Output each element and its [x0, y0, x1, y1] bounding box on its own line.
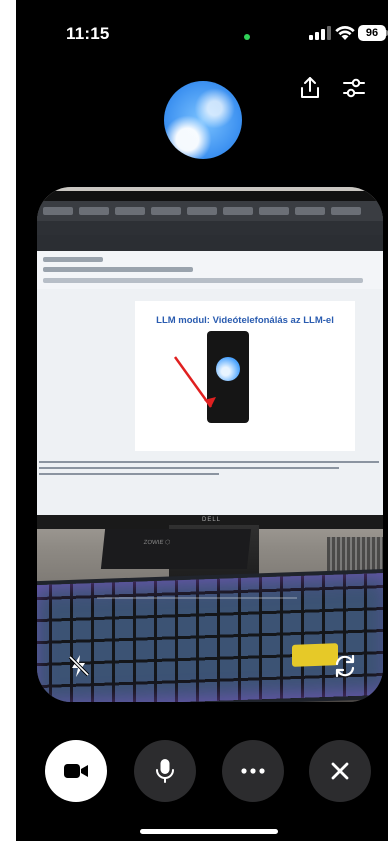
- status-bar: 11:15 96: [16, 0, 388, 60]
- assistant-avatar: [164, 81, 242, 159]
- camera-preview[interactable]: LLM modul: Videótelefonálás az LLM-el DE…: [37, 187, 383, 702]
- screen-edge: [0, 0, 16, 841]
- end-call-button[interactable]: [309, 740, 371, 802]
- keyboard-highlight: [97, 597, 297, 599]
- more-options-button[interactable]: [222, 740, 284, 802]
- video-camera-icon: [64, 764, 88, 778]
- microphone-icon: [156, 759, 174, 783]
- share-icon[interactable]: [296, 74, 324, 102]
- mouse-pad: ZOWIE ⬡: [100, 529, 252, 569]
- preview-address-bar: [37, 221, 383, 235]
- status-time: 11:15: [66, 24, 110, 43]
- monitor-brand: DELL: [202, 517, 222, 523]
- preview-bookmarks-bar: [37, 235, 383, 251]
- pad-text: ZOWIE ⬡: [143, 540, 171, 546]
- close-icon: [331, 762, 349, 780]
- preview-doc-text: [37, 457, 383, 479]
- sliders-icon[interactable]: [340, 74, 368, 102]
- keyboard: [37, 568, 383, 702]
- battery-indicator: 96: [358, 25, 386, 41]
- cellular-signal-icon: [309, 26, 331, 40]
- preview-doc-page: LLM modul: Videótelefonálás az LLM-el: [135, 301, 355, 451]
- preview-monitor: LLM modul: Videótelefonálás az LLM-el DE…: [37, 191, 383, 529]
- microphone-button[interactable]: [134, 740, 196, 802]
- preview-browser-tabs: [37, 201, 383, 221]
- home-indicator[interactable]: [140, 829, 278, 834]
- red-arrow-icon: [173, 356, 216, 408]
- preview-doc-title: LLM modul: Videótelefonálás az LLM-el: [156, 315, 334, 326]
- preview-doc-toolbar: [37, 251, 383, 289]
- wifi-icon: [335, 26, 355, 40]
- mic-indicator-dot: [244, 34, 250, 40]
- camera-flip-icon[interactable]: [331, 652, 359, 680]
- video-button[interactable]: [45, 740, 107, 802]
- ellipsis-icon: [241, 768, 265, 774]
- preview-doc-area: LLM modul: Videótelefonálás az LLM-el: [37, 289, 383, 523]
- flash-off-icon[interactable]: [65, 652, 93, 680]
